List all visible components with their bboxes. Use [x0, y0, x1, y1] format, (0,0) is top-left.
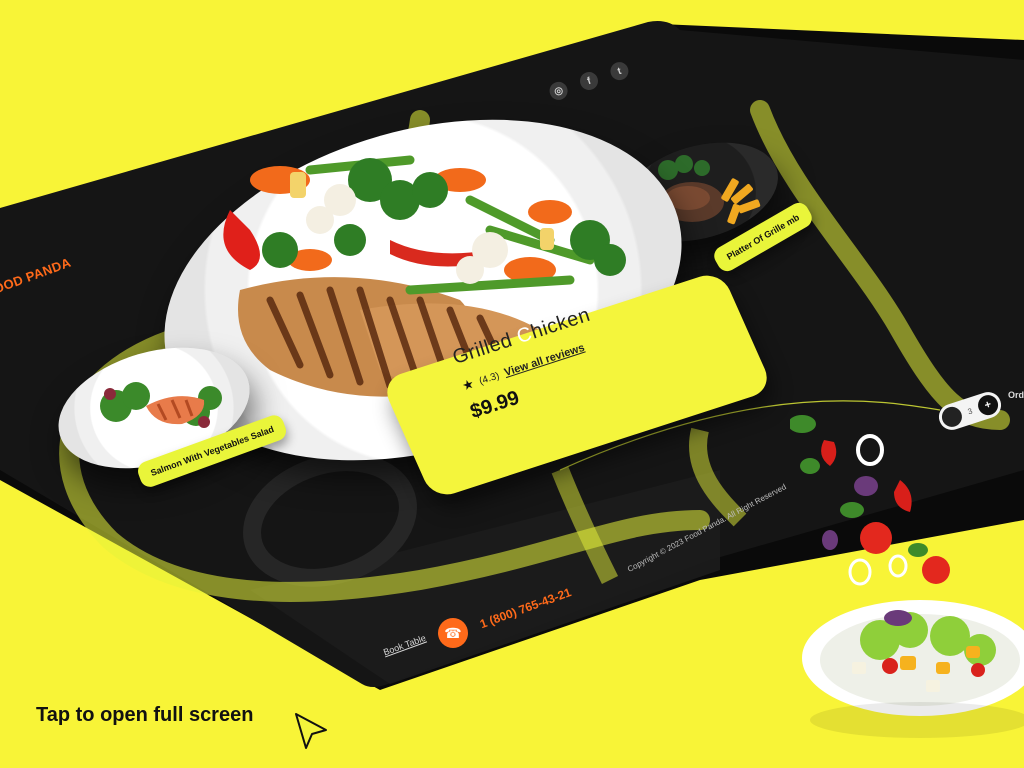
cursor-icon — [295, 713, 327, 749]
phone-icon[interactable]: ☎ — [438, 618, 468, 648]
rating-value: (4.3) — [477, 369, 501, 387]
order-button-label[interactable]: Ord — [1008, 390, 1024, 400]
salad-bowl-image — [790, 415, 1024, 738]
salmon-salad-image — [100, 382, 222, 428]
open-fullscreen-cta[interactable]: Tap to open full screen — [36, 704, 253, 727]
